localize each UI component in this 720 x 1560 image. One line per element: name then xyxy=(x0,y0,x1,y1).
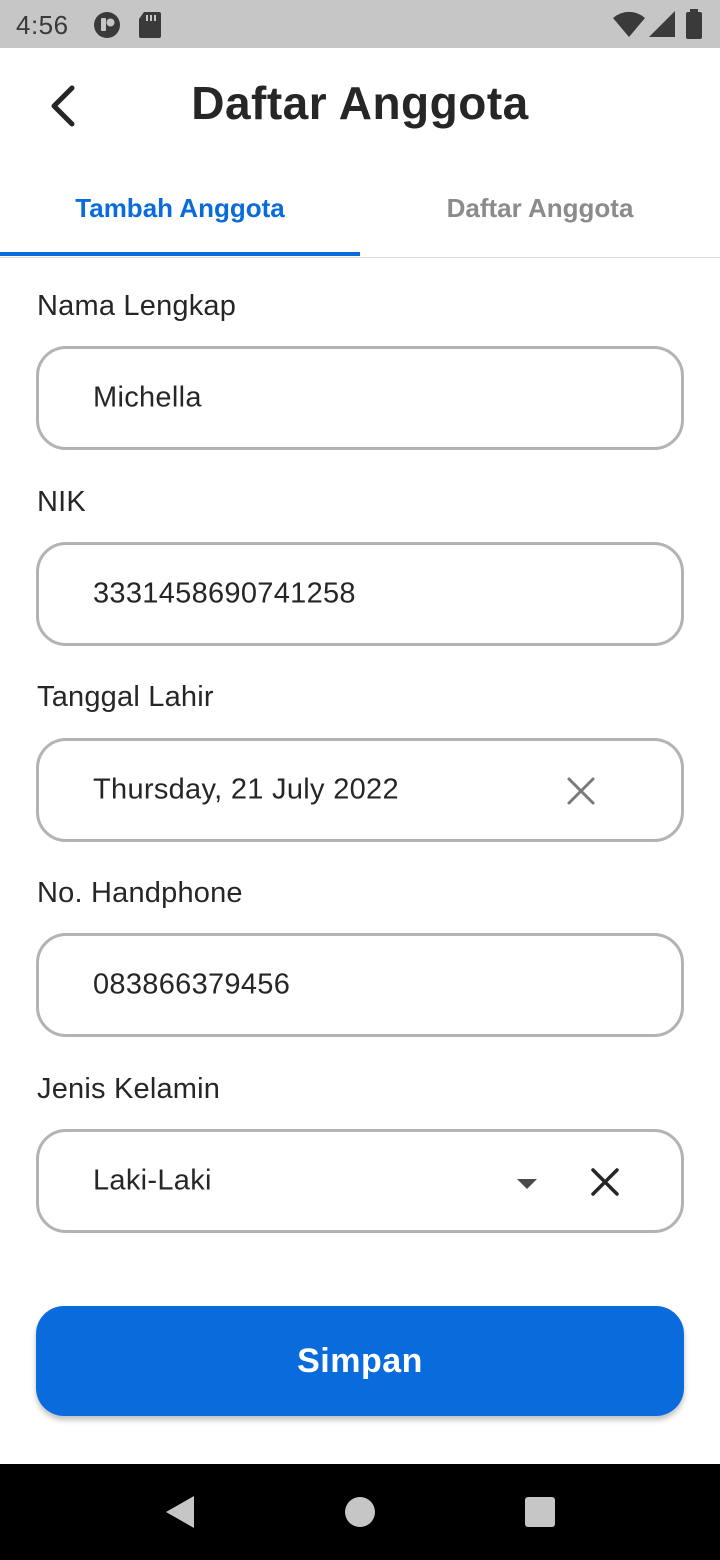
page-title: Daftar Anggota xyxy=(191,77,529,129)
dropdown-arrow-icon xyxy=(517,1179,537,1189)
status-time: 4:56 xyxy=(16,10,69,40)
full-name-label: Nama Lengkap xyxy=(37,290,237,322)
nav-recents-button[interactable] xyxy=(520,1492,560,1537)
gender-value: Laki-Laki xyxy=(93,1164,212,1197)
tab-tambah-anggota[interactable]: Tambah Anggota xyxy=(0,160,360,256)
full-name-field[interactable]: Michella xyxy=(36,346,684,450)
wifi-icon xyxy=(613,11,645,38)
nik-value: 3331458690741258 xyxy=(93,577,356,610)
birth-date-value: Thursday, 21 July 2022 xyxy=(93,773,399,806)
nik-field[interactable]: 3331458690741258 xyxy=(36,542,684,646)
gender-dropdown[interactable]: Laki-Laki xyxy=(36,1129,684,1233)
nav-home-button[interactable] xyxy=(340,1492,380,1537)
nik-label: NIK xyxy=(37,486,86,518)
notification-icon xyxy=(94,12,120,38)
signal-icon xyxy=(649,11,675,37)
save-button[interactable]: Simpan xyxy=(36,1306,684,1416)
system-nav-bar xyxy=(0,1464,720,1560)
screen: 4:56 Daftar Anggota Tambah Anggota Dafta… xyxy=(0,0,720,1560)
gender-label: Jenis Kelamin xyxy=(37,1073,221,1105)
active-tab-indicator xyxy=(0,252,360,256)
sd-card-icon xyxy=(139,12,161,38)
clear-gender-button[interactable] xyxy=(585,1162,625,1207)
gender-dropdown-toggle[interactable] xyxy=(507,1164,547,1209)
birth-date-label: Tanggal Lahir xyxy=(37,681,214,713)
clear-birth-date-button[interactable] xyxy=(561,771,601,816)
app-bar: Daftar Anggota xyxy=(0,48,720,160)
back-triangle-icon xyxy=(166,1496,194,1528)
tab-bar: Tambah Anggota Daftar Anggota xyxy=(0,160,720,258)
phone-label: No. Handphone xyxy=(37,877,243,909)
close-icon xyxy=(591,1168,619,1196)
status-bar: 4:56 xyxy=(0,0,720,48)
recents-square-icon xyxy=(525,1497,555,1527)
battery-icon xyxy=(686,9,702,39)
phone-value: 083866379456 xyxy=(93,968,291,1001)
tab-daftar-anggota[interactable]: Daftar Anggota xyxy=(360,160,720,256)
close-icon xyxy=(567,777,595,805)
phone-field[interactable]: 083866379456 xyxy=(36,933,684,1037)
birth-date-field[interactable]: Thursday, 21 July 2022 xyxy=(36,738,684,842)
home-circle-icon xyxy=(345,1497,375,1527)
nav-back-button[interactable] xyxy=(160,1492,200,1537)
full-name-value: Michella xyxy=(93,381,202,414)
